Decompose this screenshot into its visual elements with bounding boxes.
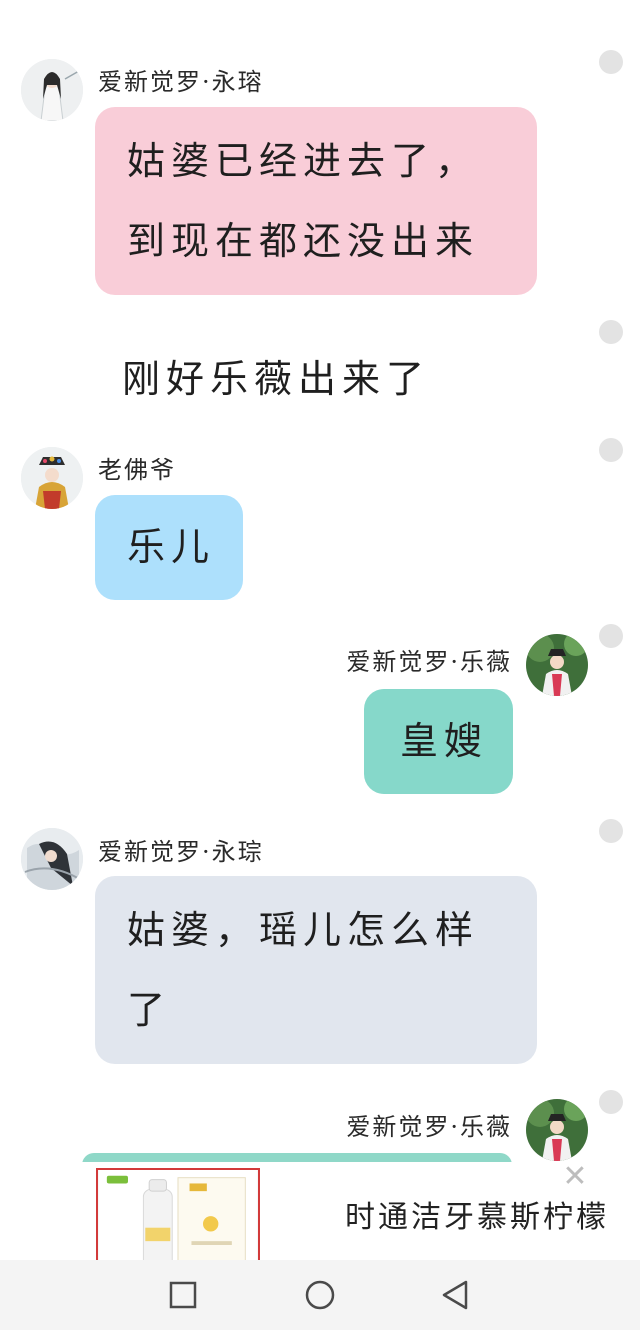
message-line: 姑婆已经进去了， [127,139,480,183]
recent-apps-icon[interactable] [158,1270,208,1320]
message-menu-dot[interactable] [599,1090,623,1114]
message-line: 乐儿 [127,525,216,569]
message-menu-dot[interactable] [599,320,623,344]
sender-name: 爱新觉罗·乐薇 [346,1113,512,1141]
message-menu-dot[interactable] [599,819,623,843]
avatar-lewei[interactable] [526,634,588,696]
message-bubble[interactable]: 皇嫂 [364,689,513,794]
home-icon[interactable] [295,1270,345,1320]
sender-name: 爱新觉罗·永琮 [98,838,264,866]
avatar-image [526,1099,588,1161]
message-line: 皇嫂 [400,719,489,763]
system-navigation-bar [0,1260,640,1330]
message-line: 姑婆，瑶儿怎么样 [127,908,480,952]
sender-name: 爱新觉罗·乐薇 [346,648,512,676]
avatar-image [21,828,83,890]
avatar-yongcong[interactable] [21,828,83,890]
narration-text: 刚好乐薇出来了 [122,357,431,401]
avatar-image [526,634,588,696]
avatar-lewei[interactable] [526,1099,588,1161]
message-line: 到现在都还没出来 [127,219,480,263]
sender-name: 老佛爷 [98,456,176,484]
sender-name: 爱新觉罗·永瑢 [98,68,264,96]
back-icon[interactable] [430,1270,480,1320]
avatar-yongrong[interactable] [21,59,83,121]
avatar-laofoye[interactable] [21,447,83,509]
message-bubble[interactable]: 姑婆已经进去了， 到现在都还没出来 [95,107,537,295]
close-icon[interactable]: ✕ [560,1162,590,1192]
message-bubble[interactable]: 姑婆，瑶儿怎么样 了 [95,876,537,1064]
avatar-image [21,447,83,509]
message-menu-dot[interactable] [599,624,623,648]
ad-card[interactable]: 时通洁牙慕斯柠檬 ✕ [82,1162,640,1272]
avatar-image [21,59,83,121]
message-menu-dot[interactable] [599,50,623,74]
message-bubble[interactable]: 乐儿 [95,495,243,600]
message-line: 了 [127,988,172,1032]
product-illustration [99,1170,257,1270]
message-menu-dot[interactable] [599,438,623,462]
ad-product-image[interactable] [96,1168,260,1272]
ad-title[interactable]: 时通洁牙慕斯柠檬 [345,1192,609,1236]
